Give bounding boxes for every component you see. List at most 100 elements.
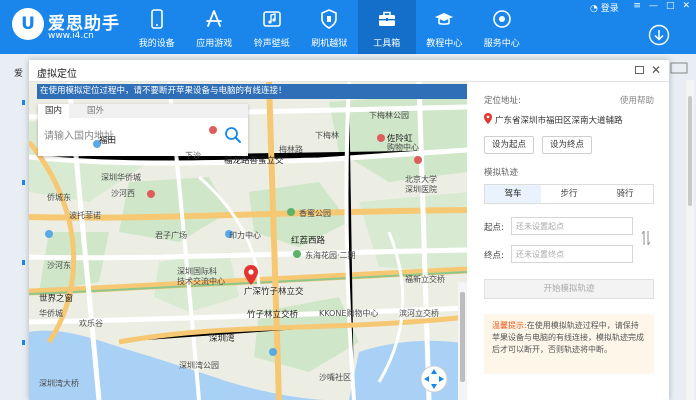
map-label: 下沙 xyxy=(185,151,201,160)
tab-domestic[interactable]: 国内 xyxy=(38,104,70,118)
set-end-button[interactable]: 设为终点 xyxy=(542,136,592,154)
minimize-icon[interactable]: — xyxy=(649,1,658,11)
poi-marker[interactable] xyxy=(287,208,295,216)
map-label: 侨城东 xyxy=(47,193,71,202)
map-pan-control-icon[interactable] xyxy=(420,365,448,393)
tab-ride[interactable]: 骑行 xyxy=(597,185,653,203)
nav-label: 教程中心 xyxy=(426,39,463,49)
route-section-label: 模拟轨迹 xyxy=(484,168,519,178)
start-route-button[interactable]: 开始模拟轨迹 xyxy=(484,279,654,299)
location-panel: 定位地址: 使用帮助 广东省深圳市福田区深南大道辅路 设为起点 设为终点 模拟轨… xyxy=(475,82,663,400)
tab-overseas[interactable]: 国外 xyxy=(80,104,111,118)
window-controls: ≡ — □ ✕ xyxy=(633,1,690,11)
map-label: 香蜜公园 xyxy=(299,209,331,218)
shield-icon xyxy=(321,9,338,29)
dialog-title: 虚拟定位 xyxy=(37,69,77,80)
map-label: 滨河立交桥 xyxy=(399,309,439,318)
nav-item-toolbox[interactable]: 工具箱 xyxy=(358,0,416,54)
nav-label: 刷机越狱 xyxy=(311,39,348,49)
route-mode-tabs: 驾车 步行 骑行 xyxy=(484,184,654,204)
poi-marker[interactable] xyxy=(269,348,277,356)
appstore-icon xyxy=(206,10,223,27)
nav-label: 应用游戏 xyxy=(196,39,233,49)
login-link[interactable]: ◔ 登录 xyxy=(590,1,619,14)
graduation-cap-icon xyxy=(435,13,454,25)
map-label: 东海花园·二期 xyxy=(305,251,356,260)
map-label: 深圳湾公园 xyxy=(179,361,219,370)
map-label: 印力中心 xyxy=(229,231,261,240)
nav-item-apps[interactable]: 应用游戏 xyxy=(186,0,244,54)
nav-label: 工具箱 xyxy=(373,39,401,49)
map-label: 沙河东 xyxy=(47,261,71,270)
top-bar: U 爱思助手 www.i4.cn 我的设备 应用游戏 铃声壁纸 刷机越狱 工具箱… xyxy=(0,0,696,54)
poi-marker[interactable] xyxy=(293,250,301,258)
poi-marker[interactable] xyxy=(147,190,155,198)
map-label: 下梅林 xyxy=(315,131,339,140)
logo-url: www.i4.cn xyxy=(48,31,94,41)
map-label: 沙河西 xyxy=(111,189,135,198)
maximize-icon[interactable] xyxy=(635,66,644,74)
location-address-value: 广东省深圳市福田区深南大道辅路 xyxy=(495,116,623,126)
nav-label: 铃声壁纸 xyxy=(253,39,290,49)
map-label: KKONE购物中心 xyxy=(319,309,379,318)
poi-marker[interactable] xyxy=(209,126,217,134)
support-icon xyxy=(492,10,511,28)
dialog-header: 虚拟定位 ✕ xyxy=(29,60,669,82)
background-scrollbar-thumb[interactable] xyxy=(688,96,692,206)
map-label: 深圳湾 xyxy=(209,334,235,344)
route-notice: 温馨提示:在使用模拟轨迹过程中，请保持苹果设备与电脑的有线连接，模拟轨迹完成后才… xyxy=(484,314,654,374)
map-scrollbar-thumb[interactable] xyxy=(460,292,465,382)
nav-item-flash-jailbreak[interactable]: 刷机越狱 xyxy=(301,0,359,54)
map-label: 深圳华侨城 xyxy=(101,173,141,182)
route-end-input[interactable] xyxy=(511,245,633,263)
close-icon[interactable]: ✕ xyxy=(682,1,690,11)
map-label: 深圳湾大桥 xyxy=(39,379,79,388)
logo: U 爱思助手 www.i4.cn xyxy=(12,6,132,46)
menu-icon[interactable]: ≡ xyxy=(633,1,641,11)
maximize-icon[interactable]: □ xyxy=(666,1,675,11)
swap-icon[interactable] xyxy=(641,230,651,246)
warning-banner: 在使用模拟定位过程中，请不要断开苹果设备与电脑的有线连接！ xyxy=(37,84,467,99)
poi-marker[interactable] xyxy=(45,230,53,238)
poi-marker[interactable] xyxy=(377,134,385,142)
close-icon[interactable]: ✕ xyxy=(651,63,661,77)
virtual-location-dialog: 虚拟定位 ✕ 在使用模拟定位过程中，请不要断开苹果设备与电脑的有线连接！ 国内 … xyxy=(29,60,669,400)
map-label: 深圳医院 xyxy=(405,185,437,194)
poi-marker[interactable] xyxy=(414,156,422,164)
tab-walk[interactable]: 步行 xyxy=(541,185,597,203)
map-label: 竹子林立交桥 xyxy=(247,310,299,320)
download-icon[interactable] xyxy=(648,24,670,46)
search-icon[interactable] xyxy=(222,124,244,146)
end-label: 终点: xyxy=(484,251,504,261)
nav-label: 服务中心 xyxy=(483,39,520,49)
search-tabs: 国内 国外 xyxy=(38,104,248,118)
map-label: 红荔西路 xyxy=(291,236,326,246)
nav-item-service[interactable]: 服务中心 xyxy=(473,0,531,54)
map-view[interactable]: 在使用模拟定位过程中，请不要断开苹果设备与电脑的有线连接！ 国内 国外 福田 下… xyxy=(29,82,467,400)
map-label: 欢乐谷 xyxy=(79,319,103,328)
route-start-input[interactable] xyxy=(511,217,633,235)
map-label: 沙嘴社区 xyxy=(319,373,351,382)
nav-item-tutorials[interactable]: 教程中心 xyxy=(416,0,474,54)
toolbox-icon xyxy=(378,11,395,26)
nav-item-my-device[interactable]: 我的设备 xyxy=(128,0,186,54)
map-label: 华侨城 xyxy=(39,309,63,318)
map-label: 购物中心 xyxy=(387,143,419,152)
map-label: 世界之窗 xyxy=(39,294,74,304)
background-tab-label: 爱 xyxy=(14,69,24,79)
location-pin-icon[interactable] xyxy=(244,265,258,285)
nav-label: 我的设备 xyxy=(138,39,175,49)
address-search-input[interactable] xyxy=(44,126,214,146)
set-start-button[interactable]: 设为起点 xyxy=(484,136,534,154)
background-icon xyxy=(670,62,688,74)
login-label: 登录 xyxy=(600,4,619,14)
tab-drive[interactable]: 驾车 xyxy=(485,185,541,203)
map-label: 波托菲诺 xyxy=(69,211,101,220)
main-nav: 我的设备 应用游戏 铃声壁纸 刷机越狱 工具箱 教程中心 服务中心 xyxy=(128,0,531,54)
help-link[interactable]: 使用帮助 xyxy=(620,94,654,106)
nav-item-ringtones[interactable]: 铃声壁纸 xyxy=(243,0,301,54)
map-label: 福新立交桥 xyxy=(405,275,445,284)
notice-title: 温馨提示: xyxy=(492,321,527,330)
music-icon xyxy=(262,11,281,27)
location-address-label: 定位地址: xyxy=(484,96,521,106)
